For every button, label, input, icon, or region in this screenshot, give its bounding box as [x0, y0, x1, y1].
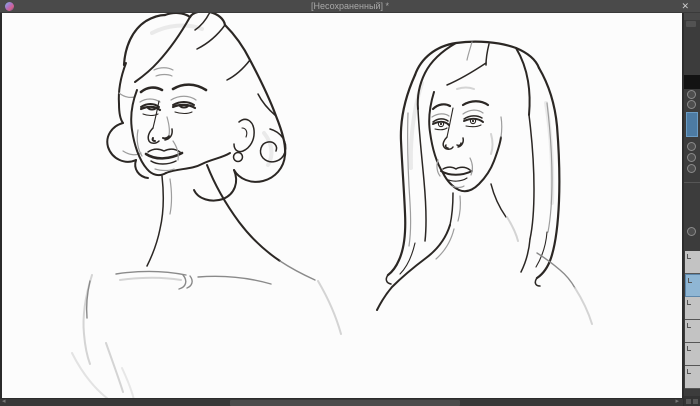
active-tool-highlight[interactable] — [686, 112, 698, 137]
panel-corner-button[interactable] — [693, 399, 698, 404]
canvas-artwork — [71, 13, 593, 398]
item-glyph — [687, 346, 691, 351]
scroll-right-icon[interactable]: ▸ — [675, 398, 679, 406]
app-window: [Несохраненный] * ✕ ◂ ▸ — [0, 0, 700, 406]
panel-corner-button[interactable] — [686, 399, 691, 404]
horizontal-scrollbar[interactable]: ◂ ▸ — [0, 398, 683, 406]
drawing-canvas[interactable] — [2, 13, 683, 398]
right-portrait-sketch — [376, 40, 593, 325]
list-item[interactable] — [685, 320, 700, 343]
item-glyph — [687, 300, 691, 305]
item-glyph — [687, 323, 691, 328]
tool-option-icon[interactable] — [687, 153, 696, 162]
panel-bottom-corner — [684, 396, 700, 406]
color-wheel-icon[interactable] — [687, 100, 696, 109]
left-portrait-sketch — [71, 13, 342, 398]
color-wheel-icon[interactable] — [687, 90, 696, 99]
item-glyph — [688, 278, 692, 283]
list-item[interactable] — [685, 343, 700, 366]
list-item-selected[interactable] — [685, 274, 700, 297]
tool-option-icon[interactable] — [687, 227, 696, 236]
titlebar: [Несохраненный] * ✕ — [0, 0, 700, 13]
panel-toolbar-edge — [684, 13, 700, 20]
scroll-left-icon[interactable]: ◂ — [2, 398, 6, 406]
list-item[interactable] — [685, 297, 700, 320]
list-item[interactable] — [685, 251, 700, 274]
panel-button-edge[interactable] — [686, 21, 696, 27]
window-title: [Несохраненный] * — [311, 1, 389, 11]
item-glyph — [687, 254, 691, 259]
side-panel-sliver — [683, 13, 700, 406]
tool-option-icon[interactable] — [687, 164, 696, 173]
panel-divider — [684, 182, 700, 183]
black-color-swatch[interactable] — [684, 75, 700, 89]
item-glyph — [687, 369, 691, 374]
list-item[interactable] — [685, 366, 700, 389]
close-icon[interactable]: ✕ — [681, 0, 689, 13]
brush-or-layer-list — [685, 251, 700, 396]
scrollbar-thumb[interactable] — [230, 400, 460, 406]
tool-option-icon[interactable] — [687, 142, 696, 151]
earring — [232, 151, 244, 163]
